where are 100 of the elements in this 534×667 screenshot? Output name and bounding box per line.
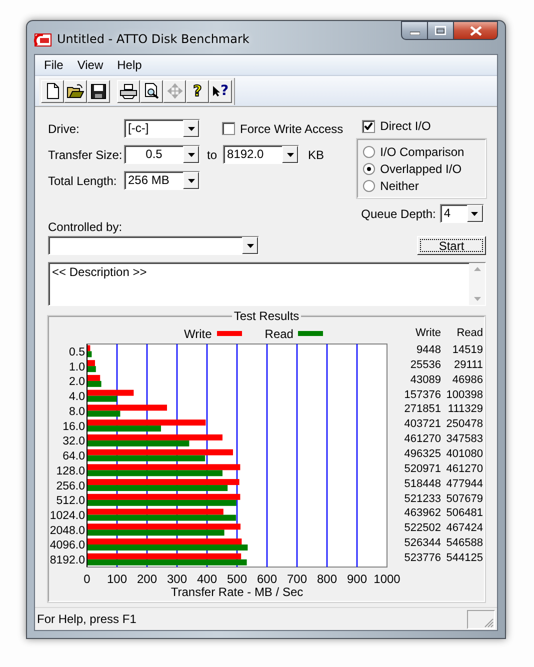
dropdown-arrow-icon	[188, 152, 194, 156]
scroll-down-icon	[474, 297, 480, 301]
tick-label: 600	[256, 572, 278, 586]
column-header: Write	[414, 326, 441, 341]
toolbar-button[interactable]	[140, 80, 163, 102]
help-icon: ?	[193, 82, 202, 100]
toolbar-button[interactable]	[87, 80, 110, 102]
table-cell-text: 507679	[445, 492, 483, 506]
legend-label: Write	[184, 326, 212, 340]
radio-label: I/O Comparison	[380, 145, 464, 159]
window-title: Untitled - ATTO Disk Benchmark	[57, 32, 250, 46]
table-cell-text: 25536	[409, 358, 441, 373]
toolbar-button[interactable]: ?	[209, 80, 232, 102]
field-label: Queue Depth:	[361, 206, 436, 220]
total-length-dropdown[interactable]: 256 MB	[124, 171, 200, 190]
close-icon	[470, 26, 482, 36]
table-cell-text: 523776	[403, 551, 441, 566]
radio-button[interactable]	[363, 180, 376, 192]
close-button[interactable]	[454, 21, 498, 40]
category-label: 256.0	[56, 480, 85, 492]
category-label: 16.0	[62, 420, 85, 433]
table-cell-text: 403721	[403, 417, 441, 432]
table-cell-text: 29111	[453, 358, 483, 373]
table-cell-text: 526344	[403, 536, 441, 552]
maximize-button[interactable]	[428, 21, 454, 40]
minimize-button[interactable]	[401, 21, 428, 40]
print-preview-icon	[144, 83, 160, 99]
tick-label: 800	[316, 572, 338, 586]
status-text: For Help, press F1	[37, 612, 136, 626]
menu-item[interactable]: File	[37, 58, 70, 72]
table-cell-text: 100398	[445, 388, 483, 402]
checkbox-label: Direct I/O	[380, 119, 431, 133]
scrollbar[interactable]	[469, 263, 485, 305]
table-cell-text: 250478	[445, 417, 483, 432]
tick-label: 0	[84, 572, 90, 586]
start-button[interactable]: Start	[417, 236, 486, 255]
category-label: 1.0	[69, 361, 85, 374]
dropdown-arrow-icon	[471, 212, 478, 216]
legend-swatch	[298, 331, 324, 336]
category-label: 0.5	[69, 346, 85, 358]
category-label: 64.0	[62, 450, 85, 463]
transfer-size-from-dropdown[interactable]: 0.5	[124, 145, 200, 164]
field-label: Total Length:	[48, 174, 118, 188]
group-title: Test Results	[232, 309, 302, 323]
table-cell-text: 546588	[445, 536, 483, 552]
controlled-by-dropdown[interactable]	[48, 236, 259, 255]
table-cell-text: 477944	[445, 476, 483, 492]
category-label: 2048.0	[50, 524, 85, 537]
checkbox[interactable]	[362, 120, 376, 132]
tick-label: 400	[196, 572, 218, 586]
category-label: 512.0	[56, 495, 85, 508]
table-cell-text: 347583	[445, 432, 483, 448]
category-label: 2.0	[69, 376, 85, 388]
table-cell-text: 157376	[403, 388, 441, 402]
tick-label: 500	[226, 572, 248, 586]
toolbar-button[interactable]	[41, 80, 64, 102]
table-cell-text: 544125	[445, 551, 483, 566]
dropdown-arrow-icon	[188, 178, 194, 182]
toolbar-button[interactable]	[117, 80, 140, 102]
tick-label: 1000	[374, 572, 400, 586]
radio-button[interactable]	[363, 163, 376, 175]
unit-label: KB	[308, 148, 324, 162]
queue-depth-dropdown[interactable]: 4	[440, 204, 484, 223]
toolbar-button[interactable]	[64, 80, 87, 102]
radio-button[interactable]	[363, 146, 376, 158]
dropdown-arrow-icon	[188, 126, 194, 130]
drive-dropdown[interactable]: [-c-]	[124, 119, 200, 138]
transfer-size-to-dropdown[interactable]: 8192.0	[223, 145, 300, 164]
menu-item[interactable]: Help	[110, 58, 149, 72]
checkmark-icon	[364, 122, 374, 130]
table-cell-text: 506481	[445, 506, 483, 522]
category-label: 1024.0	[50, 510, 85, 522]
tick-label: 200	[136, 572, 158, 586]
description-box[interactable]: << Description >>	[48, 262, 486, 306]
table-cell-text: 111329	[446, 402, 483, 418]
category-label: 4096.0	[50, 540, 85, 552]
category-label: 8192.0	[50, 554, 85, 567]
category-label: 8.0	[69, 406, 85, 418]
dropdown-arrow-icon	[286, 152, 294, 156]
category-label: 32.0	[62, 436, 85, 448]
table-cell-text: 518448	[403, 476, 441, 492]
table-cell-text: 271851	[403, 402, 441, 418]
printer-icon	[120, 84, 137, 98]
table-cell-text: 14519	[451, 343, 483, 358]
table-cell-text: 461270	[403, 432, 441, 448]
radio-label: Overlapped I/O	[380, 162, 462, 176]
category-label: 128.0	[56, 465, 85, 478]
maximize-icon	[435, 26, 446, 35]
move-arrows-icon	[166, 83, 182, 99]
table-cell-text: 46986	[451, 372, 483, 388]
tick-label: 900	[346, 572, 368, 586]
table-cell-text: 521233	[403, 492, 441, 506]
menu-item[interactable]: View	[70, 58, 110, 72]
tick-label: 300	[166, 572, 188, 586]
legend-label: Read	[264, 326, 294, 340]
question-mark-icon: ?	[220, 83, 229, 99]
checkbox[interactable]	[222, 122, 235, 135]
table-cell-text: 9448	[416, 343, 441, 358]
page-icon	[46, 83, 60, 99]
table-cell-text: 496325	[403, 447, 441, 462]
